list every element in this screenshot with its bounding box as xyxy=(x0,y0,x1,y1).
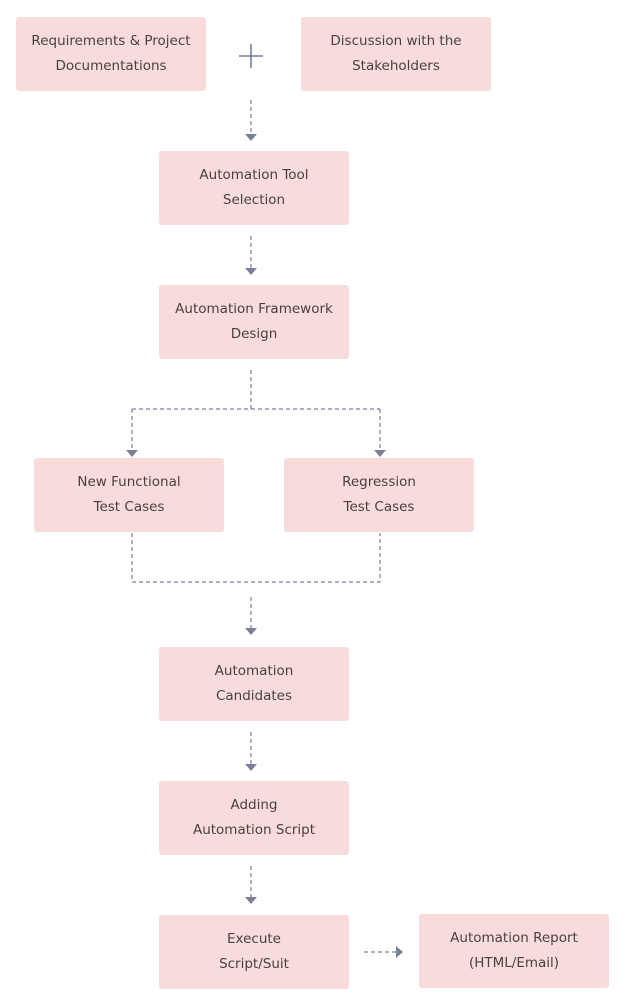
node-label: Execute xyxy=(227,931,281,947)
arrowhead xyxy=(374,450,386,457)
node-label: New Functional xyxy=(77,474,181,490)
node-label: Candidates xyxy=(215,688,293,704)
node-label: Script/Suit xyxy=(219,956,289,972)
node-label: Automation Framework xyxy=(175,301,333,317)
node-label: Automation Tool xyxy=(199,167,309,183)
node-candidates: Automation Candidates xyxy=(159,647,349,721)
node-new-functional: New Functional Test Cases xyxy=(34,458,224,532)
node-framework-design: Automation Framework Design xyxy=(159,285,349,359)
arrowhead xyxy=(245,268,257,275)
node-label: Discussion with the xyxy=(330,33,462,49)
node-label: Automation Script xyxy=(192,822,316,838)
node-label: Regression xyxy=(342,474,416,490)
plus-icon xyxy=(239,44,263,68)
edge-framework-split xyxy=(131,370,381,450)
node-label: Documentations xyxy=(55,58,167,74)
node-tool-selection: Automation Tool Selection xyxy=(159,151,349,225)
node-report: Automation Report (HTML/Email) xyxy=(419,914,609,988)
arrowhead xyxy=(126,450,138,457)
arrowhead xyxy=(245,134,257,141)
node-label: Automation Report xyxy=(450,930,578,946)
node-label: Automation xyxy=(214,663,294,679)
node-label: Requirements & Project xyxy=(31,33,191,49)
edge-merge xyxy=(131,533,381,583)
node-requirements: Requirements & Project Documentations xyxy=(16,17,206,91)
node-label: (HTML/Email) xyxy=(468,955,560,971)
node-label: Stakeholders xyxy=(352,58,440,74)
arrowhead xyxy=(396,946,403,958)
arrowhead xyxy=(245,764,257,771)
arrowhead xyxy=(245,628,257,635)
arrowhead xyxy=(245,897,257,904)
node-discussion: Discussion with the Stakeholders xyxy=(301,17,491,91)
node-label: Test Cases xyxy=(93,499,165,515)
node-label: Test Cases xyxy=(343,499,415,515)
node-label: Selection xyxy=(222,192,286,208)
node-adding-script: Adding Automation Script xyxy=(159,781,349,855)
node-execute: Execute Script/Suit xyxy=(159,915,349,989)
node-label: Adding xyxy=(230,797,278,813)
node-regression: Regression Test Cases xyxy=(284,458,474,532)
node-label: Design xyxy=(230,326,278,342)
